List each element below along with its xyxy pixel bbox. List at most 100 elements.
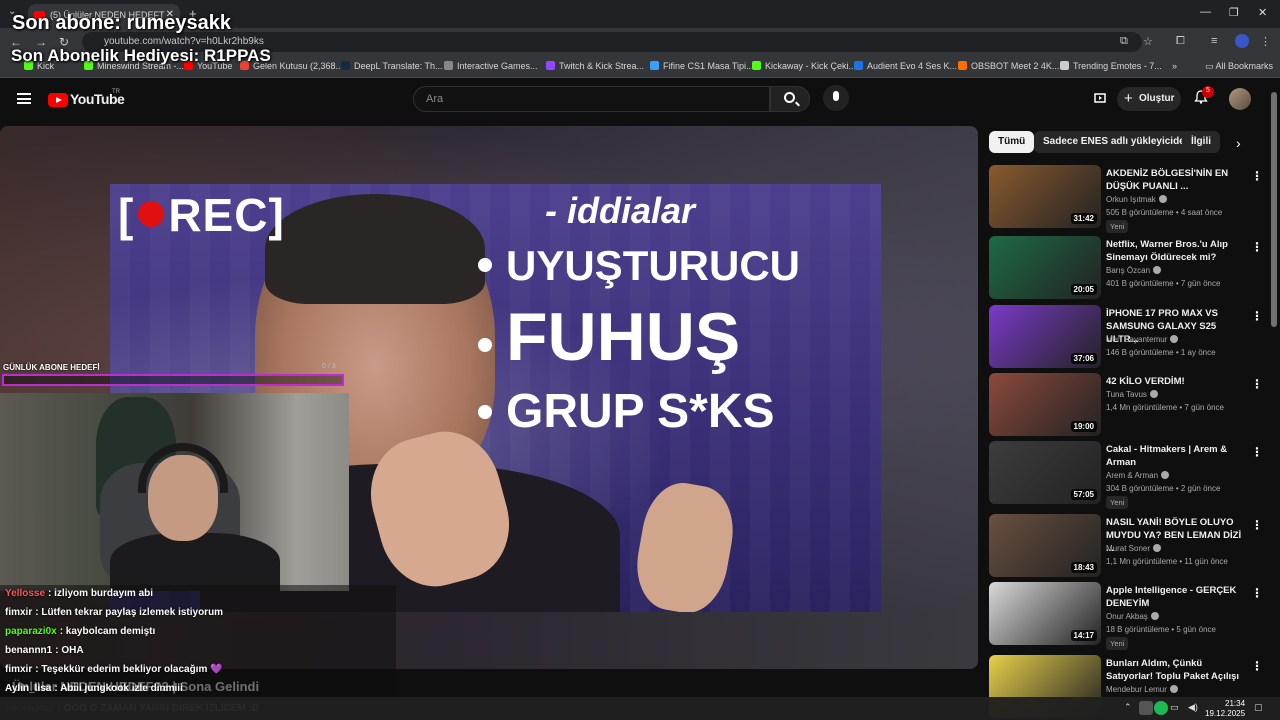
channel-name[interactable]: Tuna Tavus [1106, 390, 1158, 399]
channel-name[interactable]: Mert Bayantemur [1106, 335, 1179, 344]
discord-tray-icon[interactable] [1139, 701, 1153, 715]
video-thumbnail[interactable]: 37:06 [989, 305, 1101, 368]
user-avatar[interactable] [1229, 88, 1251, 110]
video-thumbnail[interactable]: 20:05 [989, 236, 1101, 299]
channel-name[interactable]: Arem & Arman [1106, 471, 1170, 480]
video-thumbnail[interactable]: 18:43 [989, 514, 1101, 577]
network-icon[interactable]: ▭ [1170, 702, 1179, 713]
bookmark-link[interactable]: Trending Emotes - 7... [1060, 61, 1162, 71]
bookmarks-overflow-icon[interactable]: » [1172, 61, 1177, 71]
minimize-icon[interactable]: — [1200, 6, 1211, 18]
more-options-icon[interactable]: ⋮ [1251, 377, 1263, 391]
recommended-video[interactable]: 57:05 Cakal - Hitmakers | Arem & Arman Are… [989, 441, 1263, 509]
video-thumbnail[interactable]: 57:05 [989, 441, 1101, 504]
notifications-badge: 5 [1202, 86, 1214, 98]
notification-center-icon[interactable]: ▢ [1254, 702, 1263, 713]
more-options-icon[interactable]: ⋮ [1251, 309, 1263, 323]
recommended-video[interactable]: 18:43 NASIL YANİ! BÖYLE OLUYO MUYDU YA? B… [989, 514, 1263, 580]
more-options-icon[interactable]: ⋮ [1251, 586, 1263, 600]
video-person-hair [265, 194, 485, 304]
spotify-tray-icon[interactable] [1154, 701, 1168, 715]
recommended-video[interactable]: 19:00 42 KİLO VERDİM! Tuna Tavus 1,4 Mn gör… [989, 373, 1263, 439]
video-title[interactable]: 42 KİLO VERDİM! [1106, 375, 1246, 388]
chat-text: : kaybolcam demiştı [59, 626, 156, 637]
channel-name[interactable]: Onur Akbaş [1106, 612, 1159, 621]
channel-name[interactable]: Mendebur Lemur [1106, 685, 1178, 694]
restore-icon[interactable]: ❐ [1229, 6, 1239, 19]
tray-chevron-icon[interactable]: ⌃ [1124, 702, 1132, 713]
install-app-icon[interactable]: ⧉ [1120, 35, 1128, 48]
video-duration: 19:00 [1070, 421, 1097, 432]
youtube-header: YouTube TR Ara + Oluştur 5 [0, 78, 1280, 122]
profile-avatar[interactable] [1235, 34, 1249, 48]
bookmark-link[interactable]: Twitch & Kick Strea... [546, 61, 644, 71]
search-button[interactable] [770, 86, 810, 112]
video-title[interactable]: Cakal - Hitmakers | Arem & Arman [1106, 443, 1246, 469]
create-button[interactable]: + Oluştur [1117, 87, 1181, 111]
video-meta: 401 B görüntüleme • 7 gün önce [1106, 279, 1221, 288]
bookmark-favicon-icon [341, 61, 350, 70]
thumbnail-bullet: FUHUŞ [478, 298, 740, 376]
channel-name[interactable]: Orkun Işıtmak [1106, 195, 1167, 204]
chip-all[interactable]: Tümü [989, 131, 1035, 153]
chat-message: paparazi0x: kaybolcam demiştı [5, 626, 155, 637]
youtube-logo-icon[interactable] [48, 93, 68, 107]
channel-name[interactable]: Murat Soner [1106, 544, 1162, 553]
create-icon[interactable] [1093, 91, 1107, 105]
menu-icon[interactable] [17, 93, 31, 104]
all-bookmarks-link[interactable]: ▭ All Bookmarks [1205, 61, 1273, 72]
rec-label: [REC] [118, 189, 285, 241]
video-meta: 505 B görüntüleme • 4 saat önce [1106, 208, 1223, 217]
browser-menu-icon[interactable]: ⋮ [1260, 35, 1271, 48]
bookmark-favicon-icon [1060, 61, 1069, 70]
video-meta: 146 B görüntüleme • 1 ay önce [1106, 348, 1216, 357]
bookmark-link[interactable]: Fifine CS1 Masa Tipi... [650, 61, 754, 71]
video-title[interactable]: Bunları Aldım, Çünkü Satıyorlar! Toplu P… [1106, 657, 1246, 683]
recommended-video[interactable]: 14:17 Apple Intelligence - GERÇEK DENEYİM… [989, 582, 1263, 650]
scrollbar[interactable] [1271, 92, 1277, 327]
create-label: Oluştur [1139, 93, 1175, 104]
clock-time: 21:34 [1225, 699, 1246, 708]
video-thumbnail[interactable]: 31:42 [989, 165, 1101, 228]
bookmark-link[interactable]: Kickaway - Kick Çeki... [752, 61, 856, 71]
more-options-icon[interactable]: ⋮ [1251, 518, 1263, 532]
video-title[interactable]: Apple Intelligence - GERÇEK DENEYİM [1106, 584, 1246, 610]
extensions-icon[interactable]: ⧠ [1176, 35, 1185, 48]
video-title[interactable]: Netflix, Warner Bros.'u Alıp Sinemayı Öl… [1106, 238, 1246, 264]
video-thumbnail[interactable]: 14:17 [989, 582, 1101, 645]
video-title[interactable]: AKDENİZ BÖLGESİ'NİN EN DÜŞÜK PUANLI ... [1106, 167, 1246, 193]
recommended-video[interactable]: 31:42 AKDENİZ BÖLGESİ'NİN EN DÜŞÜK PUANLI… [989, 165, 1263, 233]
bookmark-star-icon[interactable]: ☆ [1143, 35, 1153, 48]
chat-message: fimxir: Lütfen tekrar paylaş izlemek ist… [5, 607, 223, 618]
sub-goal-progress-bar [2, 374, 344, 386]
verified-icon [1153, 266, 1162, 274]
video-thumbnail[interactable]: 19:00 [989, 373, 1101, 436]
video-meta: 304 B görüntüleme • 2 gün önce [1106, 484, 1221, 493]
recommended-video[interactable]: 20:05 Netflix, Warner Bros.'u Alıp Sinema… [989, 236, 1263, 302]
bookmark-link[interactable]: DeepL Translate: Th... [341, 61, 443, 71]
bookmark-link[interactable]: OBSBOT Meet 2 4K... [958, 61, 1059, 71]
voice-search-icon[interactable] [823, 85, 849, 111]
chat-username: fimxir [5, 664, 33, 675]
more-options-icon[interactable]: ⋮ [1251, 169, 1263, 183]
video-duration: 20:05 [1070, 284, 1097, 295]
video-duration: 31:42 [1070, 213, 1097, 224]
sub-goal-label: GÜNLÜK ABONE HEDEFİ [3, 363, 100, 372]
chevron-right-icon[interactable]: › [1236, 135, 1241, 151]
bookmark-link[interactable]: Audient Evo 4 Ses K... [854, 61, 957, 71]
channel-name[interactable]: Barış Özcan [1106, 266, 1162, 275]
volume-icon[interactable]: ◀) [1188, 702, 1198, 713]
more-options-icon[interactable]: ⋮ [1251, 659, 1263, 673]
clock[interactable]: 21:34 19.12.2025 [1205, 699, 1245, 719]
close-window-icon[interactable]: ✕ [1258, 6, 1267, 19]
reading-list-icon[interactable]: ≡ [1211, 35, 1217, 47]
search-input[interactable]: Ara [413, 86, 770, 112]
more-options-icon[interactable]: ⋮ [1251, 445, 1263, 459]
recommended-video[interactable]: 37:06 İPHONE 17 PRO MAX VS SAMSUNG GALAXY… [989, 305, 1263, 371]
more-options-icon[interactable]: ⋮ [1251, 240, 1263, 254]
chip-related[interactable]: İlgili [1182, 131, 1220, 153]
video-duration: 18:43 [1070, 562, 1097, 573]
chip-uploader[interactable]: Sadece ENES adlı yükleyiciden [1034, 131, 1200, 153]
bookmark-link[interactable]: Interactive Games... [444, 61, 538, 71]
verified-icon [1161, 471, 1170, 479]
